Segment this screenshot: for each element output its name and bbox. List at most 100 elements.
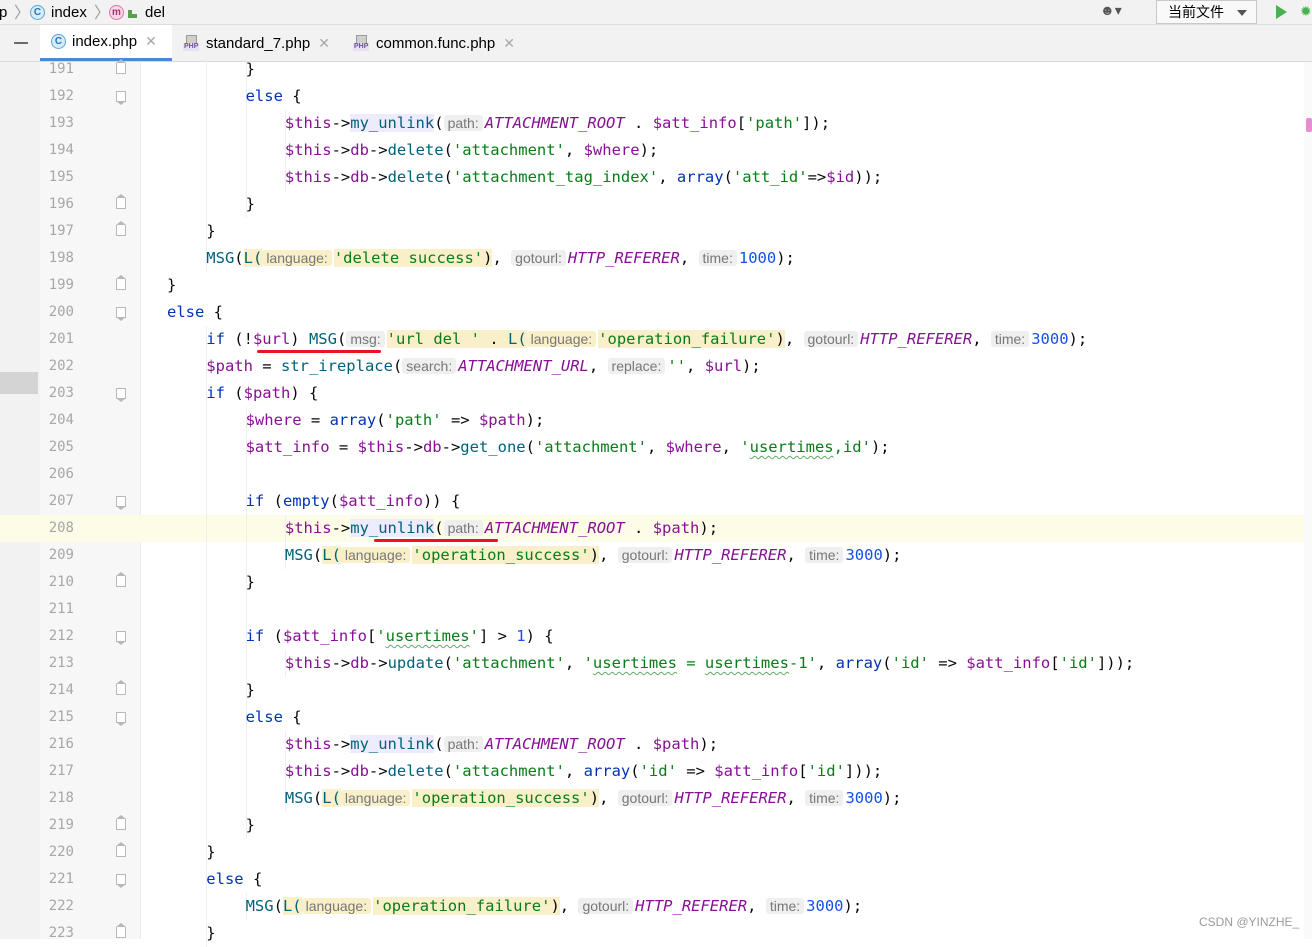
code-line[interactable]: 194 $this->db->delete('attachment', $wher… (0, 137, 1312, 164)
fold-toggle-icon[interactable] (116, 496, 126, 510)
close-icon[interactable]: ✕ (503, 35, 515, 52)
code-text[interactable]: } (246, 56, 255, 83)
line-number[interactable]: 198 (40, 245, 74, 272)
debug-icon[interactable]: ✹ (1300, 3, 1312, 20)
code-text[interactable]: } (206, 920, 215, 947)
code-line[interactable]: 208 $this->my_unlink(path: ATTACHMENT_ROOT… (0, 515, 1312, 542)
line-number[interactable]: 200 (40, 299, 74, 326)
line-number[interactable]: 217 (40, 758, 74, 785)
run-icon[interactable] (1276, 5, 1287, 19)
line-number[interactable]: 218 (40, 785, 74, 812)
code-line[interactable]: 210} (0, 569, 1312, 596)
line-number[interactable]: 195 (40, 164, 74, 191)
code-line[interactable]: 218 MSG(L(language:'operation_success'), … (0, 785, 1312, 812)
fold-toggle-icon[interactable] (116, 91, 126, 105)
fold-toggle-icon[interactable] (116, 275, 126, 290)
line-number[interactable]: 208 (40, 515, 74, 542)
code-line[interactable]: 219} (0, 812, 1312, 839)
line-number[interactable]: 191 (40, 56, 74, 83)
line-number[interactable]: 194 (40, 137, 74, 164)
breadcrumb-item-index[interactable]: C index (30, 1, 87, 23)
line-number[interactable]: 206 (40, 461, 74, 488)
code-text[interactable]: MSG(L(language:'operation_success'), got… (285, 542, 901, 569)
code-line[interactable]: 193 $this->my_unlink(path: ATTACHMENT_ROOT… (0, 110, 1312, 137)
code-text[interactable]: if ($path) { (206, 380, 318, 407)
line-number[interactable]: 213 (40, 650, 74, 677)
line-number[interactable]: 205 (40, 434, 74, 461)
line-number[interactable]: 219 (40, 812, 74, 839)
line-number[interactable]: 211 (40, 596, 74, 623)
fold-toggle-icon[interactable] (116, 388, 126, 402)
fold-toggle-icon[interactable] (116, 194, 126, 209)
code-line[interactable]: 222 MSG(L(language:'operation_failure'), … (0, 893, 1312, 920)
line-number[interactable]: 193 (40, 110, 74, 137)
error-stripe-marker[interactable] (1306, 118, 1312, 132)
code-text[interactable]: } (206, 839, 215, 866)
fold-toggle-icon[interactable] (116, 680, 126, 695)
line-number[interactable]: 192 (40, 83, 74, 110)
code-text[interactable]: } (246, 812, 255, 839)
code-line[interactable]: 223} (0, 920, 1312, 947)
scrollbar[interactable] (1304, 62, 1312, 939)
breadcrumb-item-project[interactable]: p (0, 1, 7, 23)
code-line[interactable]: 216 $this->my_unlink(path: ATTACHMENT_ROOT… (0, 731, 1312, 758)
line-number[interactable]: 196 (40, 191, 74, 218)
fold-toggle-icon[interactable] (116, 874, 126, 888)
line-number[interactable]: 212 (40, 623, 74, 650)
code-text[interactable]: $this->db->delete('attachment', $where); (285, 137, 658, 164)
line-number[interactable]: 204 (40, 407, 74, 434)
code-line[interactable]: 192 else { (0, 83, 1312, 110)
code-text[interactable]: $this->my_unlink(path: ATTACHMENT_ROOT . … (285, 110, 830, 137)
line-number[interactable]: 207 (40, 488, 74, 515)
fold-toggle-icon[interactable] (116, 572, 126, 587)
code-line[interactable]: 200 else { (0, 299, 1312, 326)
breadcrumb-item-del[interactable]: m del (109, 1, 165, 23)
code-line[interactable]: 209 MSG(L(language:'operation_success'), … (0, 542, 1312, 569)
close-icon[interactable]: ✕ (145, 33, 157, 50)
code-line[interactable]: 215 else { (0, 704, 1312, 731)
code-text[interactable]: $this->db->update('attachment', 'usertim… (285, 650, 1134, 677)
code-line[interactable]: 195 $this->db->delete('attachment_tag_ind… (0, 164, 1312, 191)
code-text[interactable]: $this->db->delete('attachment_tag_index'… (285, 164, 882, 191)
line-number[interactable]: 201 (40, 326, 74, 353)
line-number[interactable]: 215 (40, 704, 74, 731)
close-icon[interactable]: ✕ (318, 35, 330, 52)
code-line[interactable]: 217 $this->db->delete('attachment', array… (0, 758, 1312, 785)
code-text[interactable]: $where = array('path' => $path); (246, 407, 545, 434)
code-line[interactable]: 212 if ($att_info['usertimes'] > 1) { (0, 623, 1312, 650)
code-line[interactable]: 213 $this->db->update('attachment', 'user… (0, 650, 1312, 677)
code-line[interactable]: 203 if ($path) { (0, 380, 1312, 407)
code-line[interactable]: 206 (0, 461, 1312, 488)
code-line[interactable]: 202 $path = str_ireplace(search: ATTACHMEN… (0, 353, 1312, 380)
fold-toggle-icon[interactable] (116, 923, 126, 938)
code-line[interactable]: 198 MSG(L(language:'delete success'), got… (0, 245, 1312, 272)
code-line[interactable]: 197} (0, 218, 1312, 245)
fold-toggle-icon[interactable] (116, 712, 126, 726)
code-text[interactable]: $path = str_ireplace(search: ATTACHMENT_U… (206, 353, 760, 380)
fold-toggle-icon[interactable] (116, 221, 126, 236)
code-text[interactable]: } (246, 677, 255, 704)
code-text[interactable]: else { (206, 866, 262, 893)
code-text[interactable]: else { (246, 704, 302, 731)
code-line[interactable]: 199} (0, 272, 1312, 299)
line-number[interactable]: 209 (40, 542, 74, 569)
code-line[interactable]: 204 $where = array('path' => $path); (0, 407, 1312, 434)
account-menu-button[interactable]: ☻▾ (1100, 2, 1136, 22)
fold-toggle-icon[interactable] (116, 631, 126, 645)
code-text[interactable]: else { (167, 299, 223, 326)
minimize-icon[interactable] (14, 42, 28, 44)
fold-toggle-icon[interactable] (116, 815, 126, 830)
code-line[interactable]: 205 $att_info = $this->db->get_one('attac… (0, 434, 1312, 461)
code-text[interactable]: if (empty($att_info)) { (246, 488, 461, 515)
line-number[interactable]: 199 (40, 272, 74, 299)
code-text[interactable]: $this->my_unlink(path: ATTACHMENT_ROOT . … (285, 731, 718, 758)
code-line[interactable]: 214} (0, 677, 1312, 704)
line-number[interactable]: 203 (40, 380, 74, 407)
code-line[interactable]: 201 if (!$url) MSG(msg:'url del ' . L(lan… (0, 326, 1312, 353)
code-text[interactable]: } (246, 569, 255, 596)
fold-toggle-icon[interactable] (116, 307, 126, 321)
line-number[interactable]: 214 (40, 677, 74, 704)
line-number[interactable]: 223 (40, 920, 74, 947)
code-line[interactable]: 220} (0, 839, 1312, 866)
line-number[interactable]: 210 (40, 569, 74, 596)
